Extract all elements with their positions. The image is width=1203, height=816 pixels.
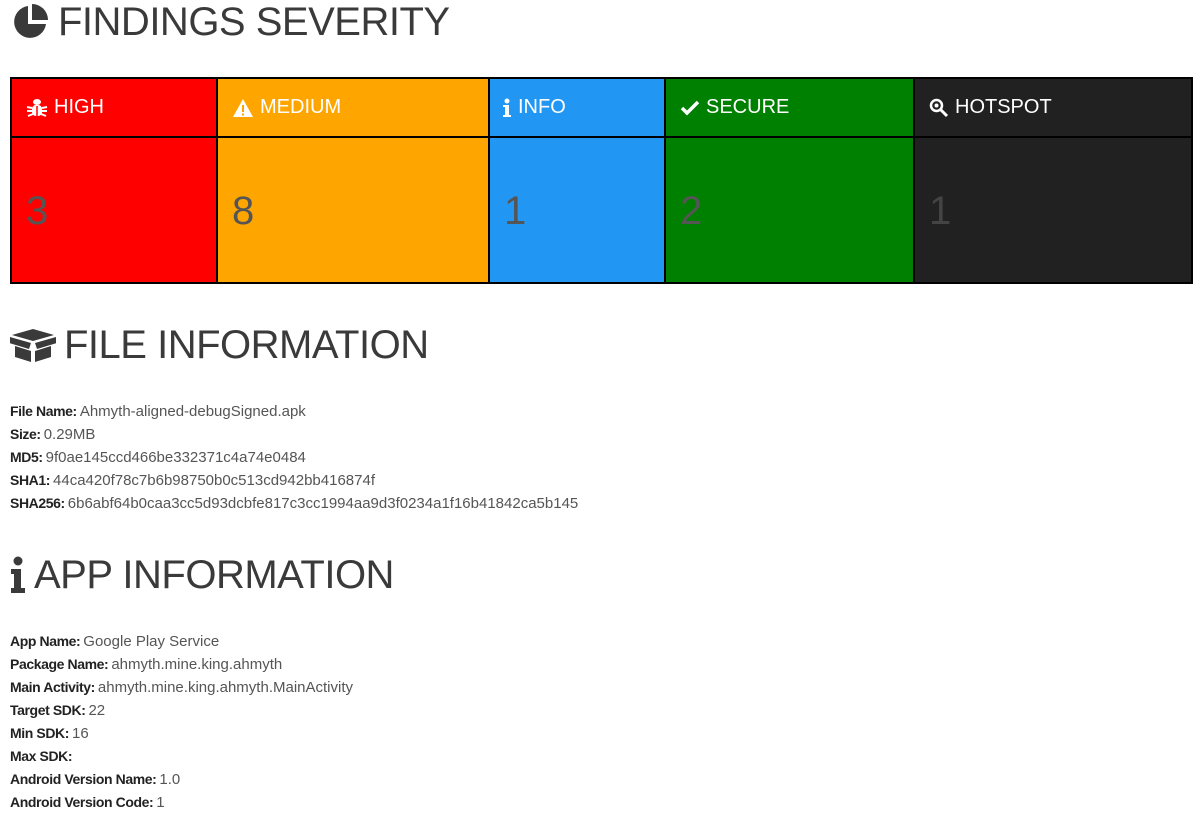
severity-hotspot-count: 1 <box>929 188 952 233</box>
severity-medium-label: MEDIUM <box>260 96 342 118</box>
check-icon <box>680 100 700 115</box>
target-sdk-row: Target SDK: 22 <box>10 699 353 722</box>
pie-chart-icon <box>14 4 48 38</box>
file-size-value: 0.29MB <box>43 426 96 443</box>
target-sdk-value: 22 <box>88 702 106 719</box>
sha256-row: SHA256: 6b6abf64b0caa3cc5d93dcbfe817c3cc1… <box>10 492 578 515</box>
file-information-title: FILE INFORMATION <box>10 322 429 368</box>
severity-secure[interactable]: SECURE 2 <box>664 79 913 282</box>
severity-hotspot[interactable]: HOTSPOT 1 <box>913 79 1191 282</box>
severity-high-label: HIGH <box>54 96 104 118</box>
version-code-row: Android Version Code: 1 <box>10 791 353 814</box>
severity-medium-count: 8 <box>232 188 255 233</box>
severity-info-header: INFO <box>490 79 664 138</box>
file-name-row: File Name: Ahmyth-aligned-debugSigned.apk <box>10 400 578 423</box>
app-name-value: Google Play Service <box>83 633 220 650</box>
sha256-value: 6b6abf64b0caa3cc5d93dcbfe817c3cc1994aa9d… <box>67 495 579 512</box>
package-name-value: ahmyth.mine.king.ahmyth <box>111 656 283 673</box>
severity-medium-header: MEDIUM <box>218 79 488 138</box>
file-size-key: Size: <box>10 426 41 442</box>
max-sdk-row: Max SDK: <box>10 745 353 768</box>
main-activity-key: Main Activity: <box>10 679 95 695</box>
severity-secure-header: SECURE <box>666 79 913 138</box>
severity-info[interactable]: INFO 1 <box>488 79 664 282</box>
severity-high[interactable]: HIGH 3 <box>12 79 216 282</box>
sha256-key: SHA256: <box>10 495 65 511</box>
severity-info-label: INFO <box>518 96 566 118</box>
warning-icon <box>233 98 253 117</box>
findings-severity-title: FINDINGS SEVERITY <box>10 0 450 44</box>
md5-row: MD5: 9f0ae145ccd466be332371c4a74e0484 <box>10 446 578 469</box>
search-icon <box>929 98 949 117</box>
severity-high-header: HIGH <box>12 79 216 138</box>
sha1-value: 44ca420f78c7b6b98750b0c513cd942bb416874f <box>53 472 375 489</box>
app-information-list: App Name: Google Play Service Package Nam… <box>10 630 353 814</box>
version-name-key: Android Version Name: <box>10 771 157 787</box>
app-name-row: App Name: Google Play Service <box>10 630 353 653</box>
severity-hotspot-header: HOTSPOT <box>915 79 1191 138</box>
min-sdk-value: 16 <box>72 725 89 742</box>
file-size-row: Size: 0.29MB <box>10 423 578 446</box>
file-information-list: File Name: Ahmyth-aligned-debugSigned.apk… <box>10 400 578 515</box>
sha1-key: SHA1: <box>10 472 51 488</box>
file-name-value: Ahmyth-aligned-debugSigned.apk <box>79 403 306 420</box>
severity-medium[interactable]: MEDIUM 8 <box>216 79 488 282</box>
severity-secure-label: SECURE <box>706 96 790 118</box>
findings-severity-title-text: FINDINGS SEVERITY <box>58 0 450 44</box>
sha1-row: SHA1: 44ca420f78c7b6b98750b0c513cd942bb41… <box>10 469 578 492</box>
version-name-row: Android Version Name: 1.0 <box>10 768 353 791</box>
box-open-icon <box>10 329 56 362</box>
app-name-key: App Name: <box>10 633 81 649</box>
main-activity-row: Main Activity: ahmyth.mine.king.ahmyth.Ma… <box>10 676 353 699</box>
md5-value: 9f0ae145ccd466be332371c4a74e0484 <box>45 449 306 466</box>
info-icon <box>11 556 25 593</box>
severity-secure-count: 2 <box>680 188 703 233</box>
min-sdk-row: Min SDK: 16 <box>10 722 353 745</box>
app-information-title: APP INFORMATION <box>10 552 394 598</box>
file-information-title-text: FILE INFORMATION <box>64 322 429 367</box>
min-sdk-key: Min SDK: <box>10 725 70 741</box>
severity-high-count: 3 <box>26 188 49 233</box>
severity-table: HIGH 3 MEDIUM 8 INFO 1 SECURE 2 HOTSPOT … <box>10 77 1193 284</box>
severity-info-count: 1 <box>504 188 527 233</box>
version-name-value: 1.0 <box>159 771 181 788</box>
app-information-title-text: APP INFORMATION <box>34 552 394 597</box>
bug-icon <box>26 98 48 117</box>
info-icon <box>503 98 511 117</box>
main-activity-value: ahmyth.mine.king.ahmyth.MainActivity <box>97 679 354 696</box>
max-sdk-key: Max SDK: <box>10 748 73 764</box>
target-sdk-key: Target SDK: <box>10 702 86 718</box>
version-code-key: Android Version Code: <box>10 794 154 810</box>
package-name-row: Package Name: ahmyth.mine.king.ahmyth <box>10 653 353 676</box>
version-code-value: 1 <box>156 794 165 811</box>
md5-key: MD5: <box>10 449 43 465</box>
file-name-key: File Name: <box>10 403 77 419</box>
severity-hotspot-label: HOTSPOT <box>955 96 1052 118</box>
package-name-key: Package Name: <box>10 656 109 672</box>
